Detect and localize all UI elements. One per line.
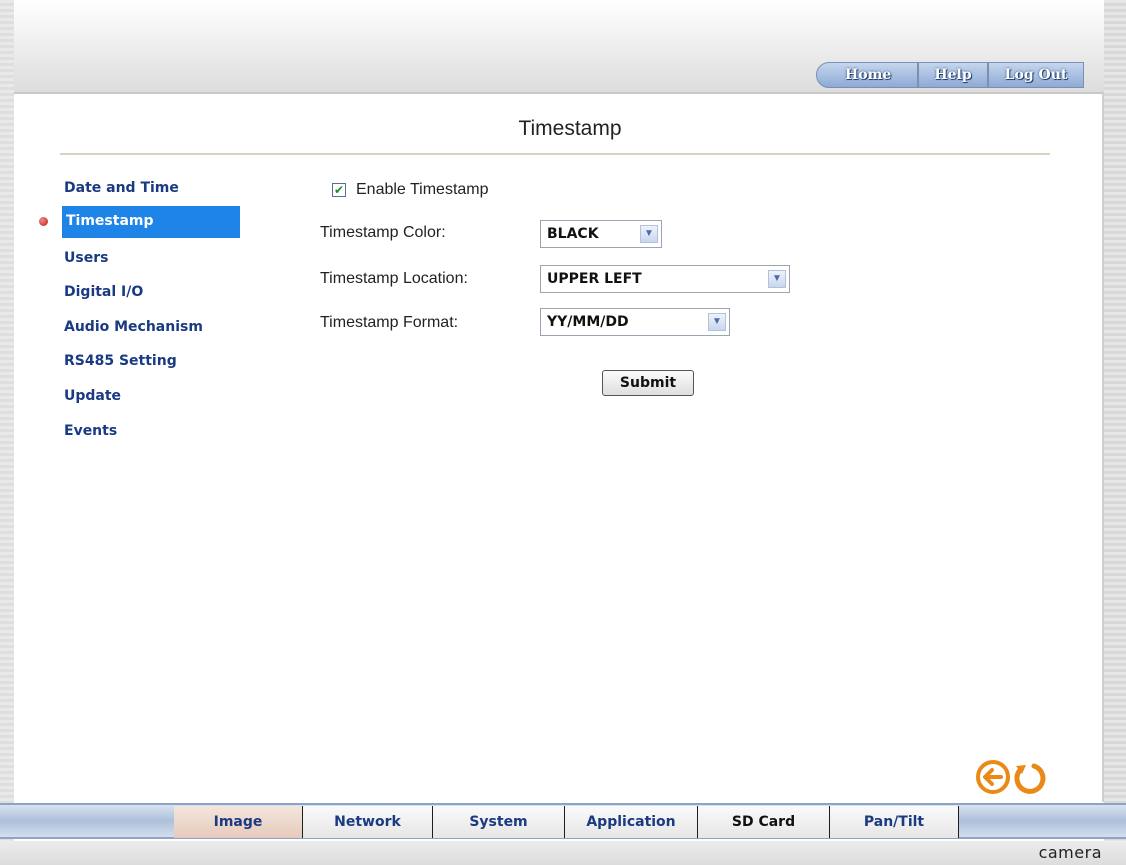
sidebar-item-audio-mechanism[interactable]: Audio Mechanism bbox=[62, 315, 203, 345]
enable-timestamp-checkbox[interactable]: ✔ bbox=[332, 183, 346, 197]
timestamp-color-label: Timestamp Color: bbox=[320, 224, 446, 241]
timestamp-color-select[interactable]: BLACK ▼ bbox=[540, 220, 662, 248]
footer-brand: camera bbox=[1038, 843, 1102, 862]
chevron-down-icon: ▼ bbox=[708, 313, 726, 331]
tab-pan-tilt[interactable]: Pan/Tilt bbox=[829, 806, 959, 838]
page-title: Timestamp bbox=[518, 117, 622, 140]
help-button[interactable]: Help bbox=[918, 62, 988, 88]
timestamp-format-label: Timestamp Format: bbox=[320, 314, 459, 331]
checkmark-icon: ✔ bbox=[333, 183, 345, 197]
enable-timestamp-row: ✔ Enable Timestamp bbox=[332, 181, 489, 199]
sidebar-item-digital-io[interactable]: Digital I/O bbox=[62, 280, 143, 310]
sidebar-item-rs485-setting[interactable]: RS485 Setting bbox=[62, 349, 177, 379]
back-arrow-icon[interactable] bbox=[974, 758, 1012, 796]
timestamp-color-value: BLACK bbox=[547, 226, 599, 242]
timestamp-format-select[interactable]: YY/MM/DD ▼ bbox=[540, 308, 730, 336]
chevron-down-icon: ▼ bbox=[768, 270, 786, 288]
sidebar-item-users[interactable]: Users bbox=[62, 246, 108, 276]
chevron-down-icon: ▼ bbox=[640, 225, 658, 243]
tab-image[interactable]: Image bbox=[174, 806, 302, 838]
timestamp-location-label: Timestamp Location: bbox=[320, 270, 468, 287]
footer-strip bbox=[0, 841, 1126, 865]
tab-system[interactable]: System bbox=[432, 806, 564, 838]
timestamp-location-select[interactable]: UPPER LEFT ▼ bbox=[540, 265, 790, 293]
enable-timestamp-label: Enable Timestamp bbox=[356, 181, 489, 198]
tab-sd-card[interactable]: SD Card bbox=[697, 806, 829, 838]
tab-network[interactable]: Network bbox=[302, 806, 432, 838]
top-nav: Home Help Log Out bbox=[816, 62, 1084, 88]
submit-button[interactable]: Submit bbox=[602, 370, 694, 396]
sidebar-item-date-and-time[interactable]: Date and Time bbox=[62, 176, 179, 206]
active-indicator-icon bbox=[39, 217, 48, 226]
sidebar-item-events[interactable]: Events bbox=[62, 419, 117, 449]
timestamp-location-value: UPPER LEFT bbox=[547, 271, 642, 287]
tab-application[interactable]: Application bbox=[564, 806, 697, 838]
title-divider bbox=[60, 153, 1050, 155]
sidebar-item-timestamp[interactable]: Timestamp bbox=[62, 206, 240, 238]
logout-button[interactable]: Log Out bbox=[988, 62, 1084, 88]
timestamp-format-value: YY/MM/DD bbox=[547, 314, 629, 330]
left-frame-edge bbox=[0, 0, 14, 865]
sidebar-item-update[interactable]: Update bbox=[62, 384, 121, 414]
home-button[interactable]: Home bbox=[816, 62, 918, 88]
refresh-icon[interactable] bbox=[1010, 758, 1048, 796]
